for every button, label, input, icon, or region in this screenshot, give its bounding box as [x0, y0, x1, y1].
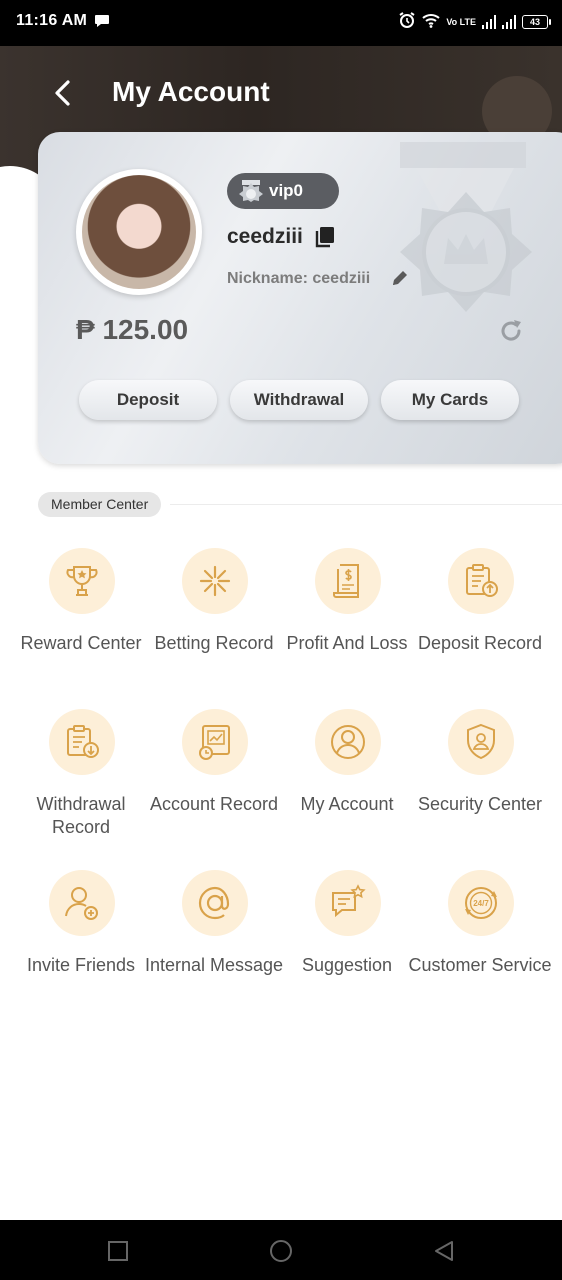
menu-label: My Account: [300, 794, 394, 814]
section-divider: [170, 504, 562, 505]
home-icon[interactable]: [269, 1239, 293, 1268]
my-cards-button[interactable]: My Cards: [381, 380, 519, 420]
signal-icon: [482, 15, 496, 29]
message-icon: [94, 13, 110, 34]
add-user-icon: [65, 887, 98, 920]
menu-label: Customer Service: [408, 955, 552, 975]
vip-crown-icon: [239, 180, 263, 207]
receipt-icon: [333, 564, 359, 598]
status-bar: 11:16 AM Vo LTE 43: [0, 0, 562, 46]
balance: ₱ 125.00: [76, 314, 189, 345]
withdrawal-record-icon: [67, 725, 99, 758]
account-record-icon: [199, 725, 230, 760]
recent-apps-icon[interactable]: [108, 1241, 128, 1266]
24-7-icon: 24/7: [465, 887, 497, 919]
back-icon[interactable]: [432, 1239, 456, 1268]
betting-icon: [199, 565, 231, 597]
menu-label: Reward Center: [20, 633, 142, 653]
vip-level: vip0: [269, 181, 304, 200]
network-type: Vo LTE: [446, 17, 476, 27]
edit-icon[interactable]: [390, 268, 410, 293]
trophy-icon: [66, 566, 98, 596]
system-nav-bar: [0, 1220, 562, 1280]
alarm-icon: [398, 11, 416, 34]
avatar[interactable]: [76, 169, 202, 295]
status-time: 11:16 AM: [16, 12, 88, 29]
menu-label: Suggestion: [301, 955, 393, 975]
menu-label: Internal Message: [144, 955, 284, 975]
deposit-button[interactable]: Deposit: [79, 380, 217, 420]
page-title: My Account: [112, 76, 270, 107]
battery-icon: 43: [522, 15, 551, 29]
menu-label: Invite Friends: [26, 955, 136, 975]
menu-label: Withdrawal Record: [36, 794, 126, 837]
deposit-record-icon: [466, 564, 498, 597]
vip-badge: vip0: [227, 173, 339, 209]
menu-label: Betting Record: [154, 633, 274, 653]
svg-text:24/7: 24/7: [473, 899, 489, 908]
username: ceedziii: [227, 225, 303, 248]
shield-user-icon: [467, 723, 495, 760]
member-center-title: Member Center: [38, 492, 162, 517]
signal-icon-2: [502, 15, 516, 29]
menu-label: Profit And Loss: [286, 633, 408, 653]
copy-icon[interactable]: [314, 226, 336, 253]
at-icon: [198, 886, 230, 920]
wifi-icon: [422, 12, 440, 33]
profile-card: vip0 ceedziii Nickname: ceedziii ₱ 125.0…: [38, 132, 562, 464]
refresh-icon[interactable]: [498, 318, 524, 349]
user-icon: [331, 725, 365, 759]
chat-star-icon: [332, 884, 366, 918]
nickname-label: Nickname: ceedziii: [227, 270, 371, 287]
back-button[interactable]: [48, 76, 78, 110]
avatar-image: [82, 175, 196, 289]
menu-label: Security Center: [417, 794, 543, 814]
withdrawal-button[interactable]: Withdrawal: [230, 380, 368, 420]
menu-label: Deposit Record: [417, 633, 543, 653]
chevron-left-icon: [55, 80, 70, 106]
menu-label: Account Record: [149, 794, 279, 814]
